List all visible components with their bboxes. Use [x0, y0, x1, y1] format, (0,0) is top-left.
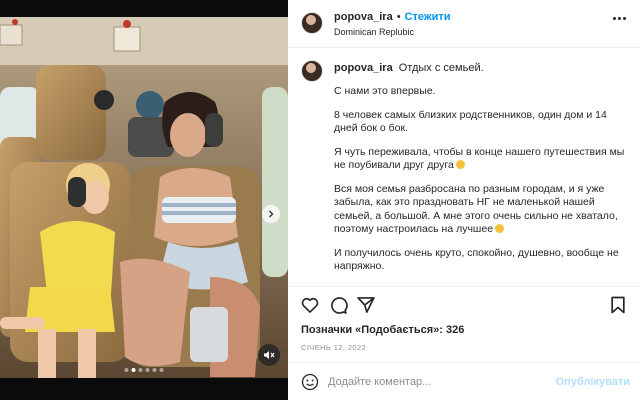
carousel-dot	[145, 368, 150, 372]
next-slide-button[interactable]	[262, 205, 280, 223]
post-author: popova_ira • Стежити	[334, 11, 451, 23]
carousel-indicator	[124, 368, 164, 372]
caption-paragraph: С нами это впервые.	[334, 85, 436, 97]
carousel-dot	[131, 368, 136, 372]
caption-paragraph: 8 человек самых близких родственников, о…	[334, 108, 607, 135]
publish-comment-button[interactable]: Опублікувати	[556, 376, 630, 388]
likes-count[interactable]: Позначки «Подобається»: 326	[301, 324, 464, 336]
caption-paragraph: И получилось очень круто, спокойно, душе…	[334, 246, 619, 273]
share-icon[interactable]	[356, 295, 376, 315]
caption-header: popova_ira Отдых с семьей.	[334, 61, 630, 75]
comment-bar: Опублікувати	[288, 362, 640, 400]
follow-button[interactable]: Стежити	[405, 11, 451, 23]
comment-icon[interactable]	[328, 295, 348, 315]
caption-username[interactable]: popova_ira	[334, 62, 393, 74]
heart-icon[interactable]	[300, 295, 320, 315]
comment-input[interactable]	[328, 371, 568, 393]
smile-emoji-icon	[495, 224, 505, 233]
bookmark-icon[interactable]	[608, 295, 628, 315]
smile-emoji-icon	[455, 160, 465, 169]
carousel-dot	[159, 368, 164, 372]
separator-dot: •	[396, 11, 401, 23]
post-side-panel: popova_ira • Стежити Dominican Replubic po…	[288, 0, 640, 400]
mute-button[interactable]	[258, 344, 280, 366]
post-media[interactable]	[0, 17, 288, 378]
avatar[interactable]	[301, 12, 323, 34]
carousel-dot	[124, 368, 129, 372]
caption-body: С нами это впервые. 8 человек самых близ…	[334, 85, 626, 284]
more-icon[interactable]	[613, 17, 626, 20]
post-caption: popova_ira Отдых с семьей. С нами это вп…	[288, 48, 640, 286]
carousel-dot	[138, 368, 143, 372]
location-link[interactable]: Dominican Replubic	[334, 27, 414, 37]
chevron-right-icon	[269, 210, 274, 218]
post-photo	[0, 17, 288, 378]
post-header: popova_ira • Стежити Dominican Replubic	[288, 0, 640, 48]
muted-speaker-icon	[264, 351, 275, 359]
caption-paragraph: Я чуть переживала, чтобы в конце нашего …	[334, 145, 625, 172]
smile-icon[interactable]	[301, 373, 319, 391]
username-link[interactable]: popova_ira	[334, 11, 393, 23]
caption-avatar[interactable]	[301, 60, 323, 82]
caption-title: Отдых с семьей.	[398, 62, 484, 74]
carousel-dot	[152, 368, 157, 372]
post-date: січень 12, 2022	[301, 343, 367, 352]
caption-paragraph: Вся моя семья разбросана по разным город…	[334, 182, 618, 236]
post-modal: popova_ira • Стежити Dominican Replubic po…	[0, 0, 640, 400]
